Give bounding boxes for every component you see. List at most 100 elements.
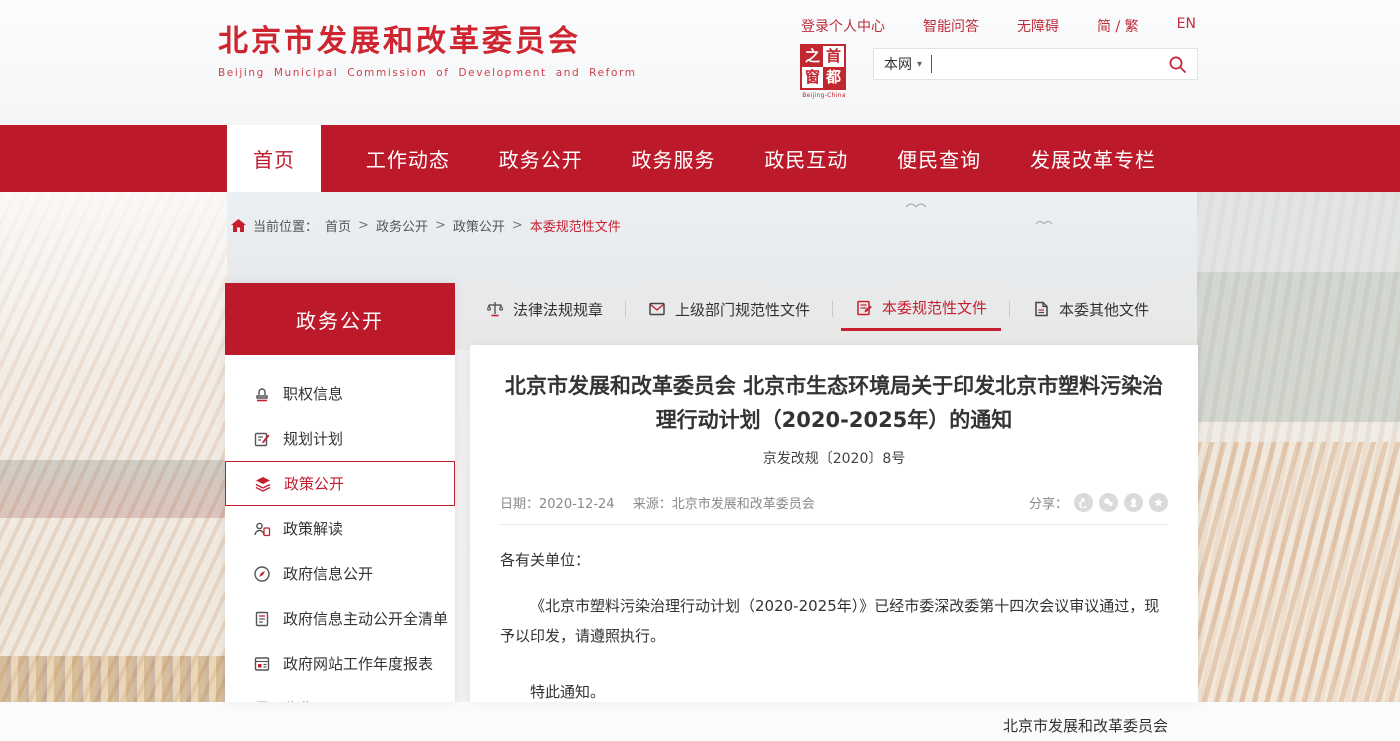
sidebar-item-policy-interpretation[interactable]: 政策解读 bbox=[225, 506, 455, 551]
sidebar-item-label: 职权信息 bbox=[283, 383, 343, 404]
tab-divider bbox=[625, 301, 626, 317]
seal-caption: Beijing-China bbox=[800, 92, 848, 99]
share-label: 分享： bbox=[1029, 493, 1068, 512]
palace-photo-left bbox=[0, 192, 227, 702]
utility-links: 登录个人中心 智能问答 无障碍 简 / 繁 EN bbox=[801, 16, 1196, 36]
bird-decoration bbox=[1035, 218, 1053, 225]
envelope-icon bbox=[648, 300, 666, 318]
paragraph-main: 《北京市塑料污染治理行动计划（2020-2025年）》已经市委深改委第十四次会议… bbox=[500, 591, 1168, 651]
article-date: 2020-12-24 bbox=[539, 497, 615, 512]
person-document-icon bbox=[253, 520, 271, 538]
tab-commission-other-docs[interactable]: 本委其他文件 bbox=[1018, 287, 1163, 331]
share-qq-icon[interactable] bbox=[1124, 493, 1143, 512]
breadcrumb: 当前位置： 首页 > 政务公开 > 政策公开 > 本委规范性文件 bbox=[231, 216, 621, 235]
signature: 北京市发展和改革委员会 bbox=[500, 711, 1168, 741]
share-bar: 分享： bbox=[1029, 493, 1168, 512]
date-source: 日期：2020-12-24 来源：北京市发展和改革委员会 bbox=[500, 493, 815, 512]
document-pen-icon bbox=[855, 299, 873, 317]
layers-icon bbox=[254, 475, 272, 493]
scales-icon bbox=[486, 300, 504, 318]
sidebar-item-gov-info-disclosure[interactable]: 政府信息公开 bbox=[225, 551, 455, 596]
capital-window-seal-link[interactable]: 之 首 窗 都 Beijing-China bbox=[800, 44, 848, 99]
smart-qa-link[interactable]: 智能问答 bbox=[923, 16, 979, 36]
nav-item-interaction[interactable]: 政民互动 bbox=[760, 125, 852, 192]
sidebar-item-authority-info[interactable]: 职权信息 bbox=[225, 371, 455, 416]
article-body: 各有关单位： 《北京市塑料污染治理行动计划（2020-2025年）》已经市委深改… bbox=[500, 545, 1168, 741]
sidebar-item-label: 规划计划 bbox=[283, 428, 343, 449]
stamp-icon bbox=[253, 385, 271, 403]
sidebar-item-label: 政府信息公开 bbox=[283, 563, 373, 584]
tab-divider bbox=[832, 301, 833, 317]
seal-char: 首 bbox=[823, 46, 844, 67]
breadcrumb-zwgk[interactable]: 政务公开 bbox=[376, 216, 428, 235]
plan-edit-icon bbox=[253, 430, 271, 448]
paragraph-salutation: 各有关单位： bbox=[500, 545, 1168, 575]
tab-label: 法律法规规章 bbox=[513, 299, 603, 320]
login-link[interactable]: 登录个人中心 bbox=[801, 16, 885, 36]
sidebar-item-label: 政府信息主动公开全清单 bbox=[283, 608, 448, 629]
sidebar-item-plans[interactable]: 规划计划 bbox=[225, 416, 455, 461]
sidebar-item-fee-catalog[interactable]: 收费目录 bbox=[225, 686, 455, 702]
site-logo-link[interactable]: 北京市发展和改革委员会 Beijing Municipal Commission… bbox=[218, 16, 637, 79]
meta-divider bbox=[500, 524, 1168, 525]
sidebar-item-label: 政策解读 bbox=[283, 518, 343, 539]
search-scope-dropdown[interactable]: 本网 ▾ bbox=[884, 54, 922, 74]
breadcrumb-policy[interactable]: 政策公开 bbox=[453, 216, 505, 235]
bird-decoration bbox=[905, 200, 927, 208]
breadcrumb-separator: > bbox=[512, 218, 523, 233]
tab-superior-normative-docs[interactable]: 上级部门规范性文件 bbox=[634, 287, 824, 331]
document-icon bbox=[1032, 300, 1050, 318]
document-number: 京发改规〔2020〕8号 bbox=[500, 448, 1168, 468]
english-link[interactable]: EN bbox=[1177, 16, 1196, 36]
seal-char: 窗 bbox=[802, 67, 823, 88]
report-table-icon bbox=[253, 655, 271, 673]
chevron-down-icon: ▾ bbox=[917, 59, 922, 70]
search-scope-label: 本网 bbox=[884, 54, 912, 74]
tab-label: 本委其他文件 bbox=[1059, 299, 1149, 320]
sidebar-item-label: 政府网站工作年度报表 bbox=[283, 653, 433, 674]
nav-item-public-query[interactable]: 便民查询 bbox=[893, 125, 985, 192]
document-tabs: 法律法规规章 上级部门规范性文件 本委规范性文件 本委其他文件 bbox=[472, 287, 1198, 331]
language-toggle-link[interactable]: 简 / 繁 bbox=[1097, 16, 1139, 36]
nav-item-gov-disclosure[interactable]: 政务公开 bbox=[495, 125, 587, 192]
document-list-icon bbox=[253, 610, 271, 628]
sidebar-item-policy-disclosure[interactable]: 政策公开 bbox=[225, 461, 455, 506]
site-title: 北京市发展和改革委员会 bbox=[218, 16, 637, 60]
sidebar-item-website-annual-report[interactable]: 政府网站工作年度报表 bbox=[225, 641, 455, 686]
sidebar-menu: 职权信息 规划计划 政策公开 政策解读 政府信息公开 政府信息主动公开全清单 政… bbox=[225, 355, 455, 702]
main-navigation: 首页 工作动态 政务公开 政务服务 政民互动 便民查询 发展改革专栏 bbox=[0, 125, 1400, 192]
sidebar-title: 政务公开 bbox=[225, 283, 455, 355]
tab-commission-normative-docs[interactable]: 本委规范性文件 bbox=[841, 287, 1001, 331]
sidebar-item-label: 收费目录 bbox=[283, 698, 343, 702]
tab-label: 上级部门规范性文件 bbox=[675, 299, 810, 320]
tab-laws-regulations[interactable]: 法律法规规章 bbox=[472, 287, 617, 331]
share-link-icon[interactable] bbox=[1074, 493, 1093, 512]
sidebar-item-label: 政策公开 bbox=[284, 473, 344, 494]
sidebar-gov-disclosure: 政务公开 职权信息 规划计划 政策公开 政策解读 政府信息公开 政府信息主动公开… bbox=[225, 283, 455, 702]
article-title: 北京市发展和改革委员会 北京市生态环境局关于印发北京市塑料污染治理行动计划（20… bbox=[500, 369, 1168, 437]
share-wechat-icon[interactable] bbox=[1099, 493, 1118, 512]
breadcrumb-separator: > bbox=[435, 218, 446, 233]
nav-item-special-column[interactable]: 发展改革专栏 bbox=[1026, 125, 1160, 192]
search-icon[interactable] bbox=[1168, 55, 1187, 74]
capital-window-seal-icon: 之 首 窗 都 bbox=[800, 44, 846, 90]
breadcrumb-separator: > bbox=[358, 218, 369, 233]
nav-item-gov-services[interactable]: 政务服务 bbox=[627, 125, 719, 192]
nav-item-work-news[interactable]: 工作动态 bbox=[362, 125, 454, 192]
accessibility-link[interactable]: 无障碍 bbox=[1017, 16, 1059, 36]
source-label: 来源： bbox=[633, 497, 672, 512]
article-meta: 日期：2020-12-24 来源：北京市发展和改革委员会 分享： bbox=[500, 493, 1168, 512]
tab-divider bbox=[1009, 301, 1010, 317]
search-bar: 本网 ▾ bbox=[873, 48, 1198, 80]
breadcrumb-current: 本委规范性文件 bbox=[530, 216, 621, 235]
breadcrumb-home[interactable]: 首页 bbox=[325, 216, 351, 235]
search-input[interactable] bbox=[932, 49, 1168, 79]
share-favorite-icon[interactable] bbox=[1149, 493, 1168, 512]
paragraph-notice: 特此通知。 bbox=[500, 677, 1168, 707]
site-header: 北京市发展和改革委员会 Beijing Municipal Commission… bbox=[0, 0, 1400, 125]
article-source: 北京市发展和改革委员会 bbox=[672, 497, 815, 512]
site-subtitle: Beijing Municipal Commission of Developm… bbox=[218, 67, 637, 79]
nav-item-home[interactable]: 首页 bbox=[227, 125, 321, 192]
seal-char: 之 bbox=[802, 46, 823, 67]
sidebar-item-proactive-disclosure-list[interactable]: 政府信息主动公开全清单 bbox=[225, 596, 455, 641]
